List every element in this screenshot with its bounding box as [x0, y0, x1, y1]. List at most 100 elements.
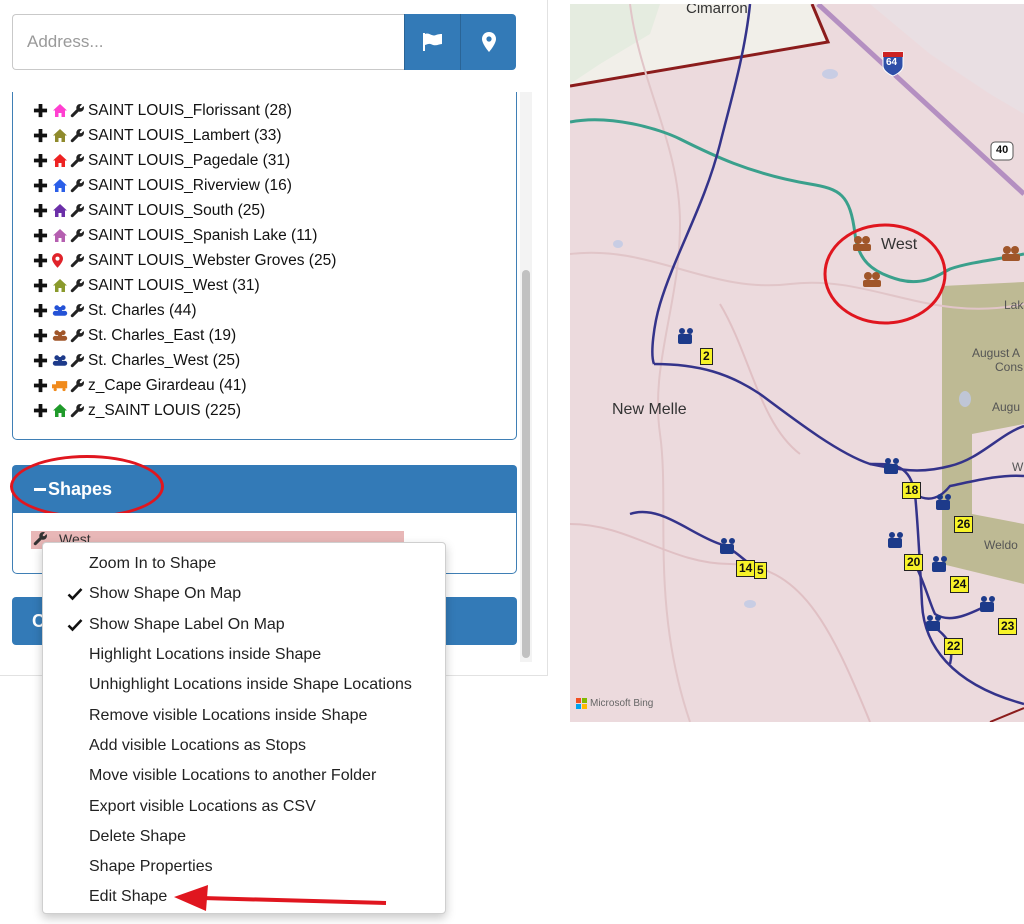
menu-item-shape-properties[interactable]: Shape Properties	[43, 852, 445, 882]
attribution-text: Microsoft Bing	[590, 698, 654, 709]
red-arrow-annotation	[174, 885, 387, 911]
route-badge[interactable]: 22	[944, 638, 964, 655]
route-badge[interactable]: 14	[736, 560, 756, 577]
checkmark-icon	[67, 588, 83, 601]
home-icon	[52, 153, 68, 168]
menu-item-unhighlight-locations-inside-shape-locations[interactable]: Unhighlight Locations inside Shape Locat…	[43, 670, 445, 700]
menu-item-label: Delete Shape	[89, 827, 186, 845]
shield-route-40: 40	[996, 144, 1009, 156]
menu-item-move-visible-locations-to-another-folder[interactable]: Move visible Locations to another Folder	[43, 761, 445, 791]
folder-item[interactable]: SAINT LOUIS_West (31)	[13, 273, 516, 298]
folder-item[interactable]: SAINT LOUIS_Lambert (33)	[13, 123, 516, 148]
wrench-icon[interactable]	[70, 328, 85, 343]
expand-plus-icon[interactable]	[33, 253, 48, 268]
wrench-icon[interactable]	[70, 353, 85, 368]
menu-item-show-shape-on-map[interactable]: Show Shape On Map	[43, 579, 445, 609]
map-label-lak: Lak	[1004, 298, 1024, 312]
folder-item-label: SAINT LOUIS_South (25)	[88, 201, 266, 219]
menu-item-add-visible-locations-as-stops[interactable]: Add visible Locations as Stops	[43, 731, 445, 761]
folder-item[interactable]: SAINT LOUIS_Riverview (16)	[13, 173, 516, 198]
map-canvas	[570, 4, 1024, 722]
folder-item[interactable]: St. Charles (44)	[13, 298, 516, 323]
wrench-icon[interactable]	[70, 278, 85, 293]
map-label-w: W	[1012, 460, 1024, 474]
route-badge[interactable]: 26	[954, 516, 974, 533]
map-label-new-melle: New Melle	[612, 401, 687, 418]
folder-item-label: St. Charles_East (19)	[88, 326, 237, 344]
map-label-augu: Augu	[992, 400, 1021, 414]
wrench-icon[interactable]	[70, 253, 85, 268]
map-label-cons: Cons	[995, 360, 1024, 374]
expand-plus-icon[interactable]	[33, 378, 48, 393]
wrench-icon[interactable]	[70, 153, 85, 168]
route-badge[interactable]: 24	[950, 576, 970, 593]
expand-plus-icon[interactable]	[33, 278, 48, 293]
wrench-icon[interactable]	[70, 203, 85, 218]
scrollbar-thumb[interactable]	[522, 270, 530, 658]
expand-plus-icon[interactable]	[33, 128, 48, 143]
bing-attribution: Microsoft Bing	[576, 698, 653, 709]
expand-plus-icon[interactable]	[33, 203, 48, 218]
menu-item-label: Export visible Locations as CSV	[89, 797, 316, 815]
expand-plus-icon[interactable]	[33, 303, 48, 318]
group-icon	[52, 328, 68, 343]
folder-item[interactable]: SAINT LOUIS_Spanish Lake (11)	[13, 223, 516, 248]
flag-icon	[422, 33, 442, 51]
home-icon	[52, 203, 68, 218]
menu-item-highlight-locations-inside-shape[interactable]: Highlight Locations inside Shape	[43, 640, 445, 670]
route-badge[interactable]: 5	[754, 562, 767, 579]
folder-item[interactable]: SAINT LOUIS_South (25)	[13, 198, 516, 223]
expand-plus-icon[interactable]	[33, 153, 48, 168]
shapes-panel-header[interactable]: Shapes	[12, 465, 517, 513]
menu-item-label: Edit Shape	[89, 888, 168, 906]
wrench-icon[interactable]	[70, 103, 85, 118]
menu-item-label: Shape Properties	[89, 858, 213, 876]
checkmark-icon	[67, 618, 83, 631]
menu-item-show-shape-label-on-map[interactable]: Show Shape Label On Map	[43, 610, 445, 640]
wrench-icon[interactable]	[70, 178, 85, 193]
wrench-icon[interactable]	[70, 128, 85, 143]
map-view[interactable]: Cimarron 64 40 West New Melle Lak August…	[570, 4, 1024, 722]
flag-button[interactable]	[404, 14, 460, 70]
map-marker-icon	[481, 32, 496, 52]
folder-item[interactable]: St. Charles_East (19)	[13, 323, 516, 348]
menu-item-remove-visible-locations-inside-shape[interactable]: Remove visible Locations inside Shape	[43, 700, 445, 730]
route-badge[interactable]: 18	[902, 482, 922, 499]
map-label-weldo: Weldo	[984, 538, 1018, 552]
menu-item-export-visible-locations-as-csv[interactable]: Export visible Locations as CSV	[43, 791, 445, 821]
folder-item[interactable]: SAINT LOUIS_Florissant (28)	[13, 98, 516, 123]
wrench-icon[interactable]	[70, 228, 85, 243]
expand-plus-icon[interactable]	[33, 403, 48, 418]
expand-plus-icon[interactable]	[33, 228, 48, 243]
expand-plus-icon[interactable]	[33, 328, 48, 343]
folder-item-label: SAINT LOUIS_Pagedale (31)	[88, 151, 291, 169]
wrench-icon[interactable]	[70, 303, 85, 318]
menu-item-delete-shape[interactable]: Delete Shape	[43, 822, 445, 852]
folder-item-label: SAINT LOUIS_West (31)	[88, 276, 260, 294]
expand-plus-icon[interactable]	[33, 353, 48, 368]
route-badge[interactable]: 23	[998, 618, 1018, 635]
address-input[interactable]	[12, 14, 404, 70]
folder-item-label: St. Charles_West (25)	[88, 351, 241, 369]
folder-item[interactable]: SAINT LOUIS_Pagedale (31)	[13, 148, 516, 173]
group-icon	[52, 303, 68, 318]
route-badge[interactable]: 20	[904, 554, 924, 571]
folder-item[interactable]: z_Cape Girardeau (41)	[13, 373, 516, 398]
folder-item-label: SAINT LOUIS_Lambert (33)	[88, 126, 282, 144]
microsoft-logo-icon	[576, 698, 587, 709]
menu-item-zoom-in-to-shape[interactable]: Zoom In to Shape	[43, 549, 445, 579]
expand-plus-icon[interactable]	[33, 103, 48, 118]
folder-item[interactable]: SAINT LOUIS_Webster Groves (25)	[13, 248, 516, 273]
route-badge[interactable]: 2	[700, 348, 713, 365]
home-icon	[52, 128, 68, 143]
wrench-icon[interactable]	[70, 378, 85, 393]
map-label-west: West	[881, 236, 918, 253]
expand-plus-icon[interactable]	[33, 178, 48, 193]
folder-item-label: SAINT LOUIS_Webster Groves (25)	[88, 251, 337, 269]
locate-button[interactable]	[460, 14, 516, 70]
map-pin-icon	[52, 253, 68, 268]
folder-item[interactable]: z_SAINT LOUIS (225)	[13, 398, 516, 423]
folder-item[interactable]: St. Charles_West (25)	[13, 348, 516, 373]
wrench-icon[interactable]	[70, 403, 85, 418]
menu-item-label: Remove visible Locations inside Shape	[89, 706, 368, 724]
